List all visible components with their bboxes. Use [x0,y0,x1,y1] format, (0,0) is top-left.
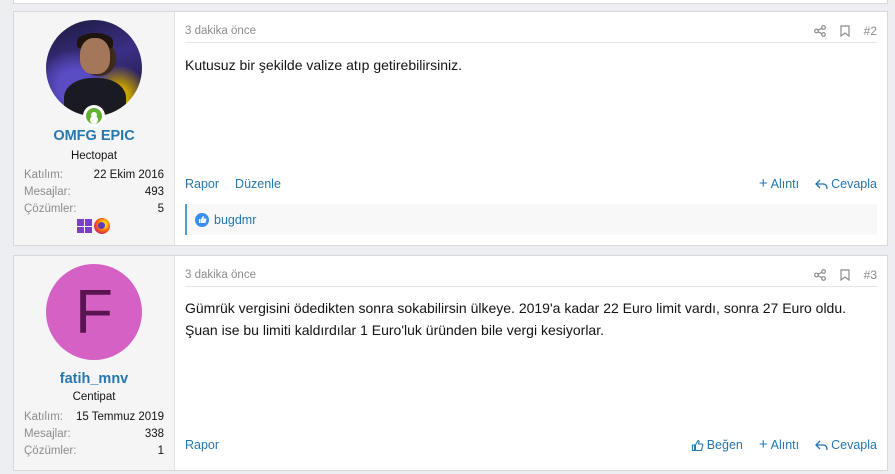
reaction-user-link[interactable]: bugdmr [214,213,256,227]
post-header: 3 dakika önce #2 [185,19,877,43]
bookmark-icon[interactable] [840,24,850,37]
post-actions: Rapor Beğen + Alıntı Cevapla [185,436,877,453]
stat-joined: Katılım: 22 Ekim 2016 [24,169,164,181]
post-content: Kutusuz bir şekilde valize atıp getirebi… [185,54,879,76]
report-button[interactable]: Rapor [185,438,219,452]
avatar[interactable] [46,20,142,116]
user-system-icons [76,218,110,234]
stat-solutions: Çözümler: 5 [24,203,164,215]
username[interactable]: OMFG EPIC [14,128,174,144]
edit-button[interactable]: Düzenle [235,177,281,191]
firefox-icon [94,218,110,234]
reply-icon [815,440,828,450]
bookmark-icon[interactable] [840,268,850,281]
reactions-bar: bugdmr [185,204,877,235]
stat-messages: Mesajlar: 493 [24,186,164,198]
post-text-line: Şuan ise bu limiti kaldırdılar 1 Euro'lu… [185,322,604,338]
report-button[interactable]: Rapor [185,177,219,191]
like-button[interactable]: Beğen [691,438,743,452]
reply-button[interactable]: Cevapla [815,438,877,452]
post-number[interactable]: #3 [864,268,877,282]
reply-button[interactable]: Cevapla [815,177,877,191]
thumbs-up-icon [691,439,704,451]
message-main: 3 dakika önce #3 Gümrük vergisini ödedik… [175,256,887,470]
post-header: 3 dakika önce #3 [185,263,877,287]
reply-icon [815,179,828,189]
avatar-letter: F [75,277,113,347]
like-reaction-icon [195,212,209,227]
user-info-panel: OMFG EPIC Hectopat Katılım: 22 Ekim 2016… [14,12,175,245]
post-actions: Rapor Düzenle + Alıntı Cevapla [185,175,877,192]
post-content: Gümrük vergisini ödedikten sonra sokabil… [185,297,879,341]
windows-icon [76,218,92,234]
quote-button[interactable]: + Alıntı [758,175,799,192]
avatar[interactable]: F [46,264,142,360]
user-stats: Katılım: 22 Ekim 2016 Mesajlar: 493 Çözü… [24,167,164,218]
stat-solutions: Çözümler: 1 [24,445,164,457]
share-icon[interactable] [813,268,826,281]
post-time[interactable]: 3 dakika önce [185,25,256,37]
post-text-line: Gümrük vergisini ödedikten sonra sokabil… [185,300,847,316]
message-post: OMFG EPIC Hectopat Katılım: 22 Ekim 2016… [13,11,888,246]
post-time[interactable]: 3 dakika önce [185,269,256,281]
stat-messages: Mesajlar: 338 [24,428,164,440]
stat-joined: Katılım: 15 Temmuz 2019 [24,411,164,423]
user-stats: Katılım: 15 Temmuz 2019 Mesajlar: 338 Çö… [24,409,164,460]
post-text-line: Kutusuz bir şekilde valize atıp getirebi… [185,57,463,73]
online-status-icon [83,105,105,127]
message-post: F fatih_mnv Centipat Katılım: 15 Temmuz … [13,255,888,471]
user-title: Hectopat [70,150,118,162]
previous-post-edge [13,0,888,4]
plus-icon: + [758,436,768,453]
post-number[interactable]: #2 [864,24,877,38]
user-info-panel: F fatih_mnv Centipat Katılım: 15 Temmuz … [14,256,175,470]
quote-button[interactable]: + Alıntı [758,436,799,453]
share-icon[interactable] [813,24,826,37]
user-title: Centipat [72,391,116,403]
message-main: 3 dakika önce #2 Kutusuz bir şekilde val… [175,12,887,245]
username[interactable]: fatih_mnv [14,371,174,387]
plus-icon: + [758,175,768,192]
